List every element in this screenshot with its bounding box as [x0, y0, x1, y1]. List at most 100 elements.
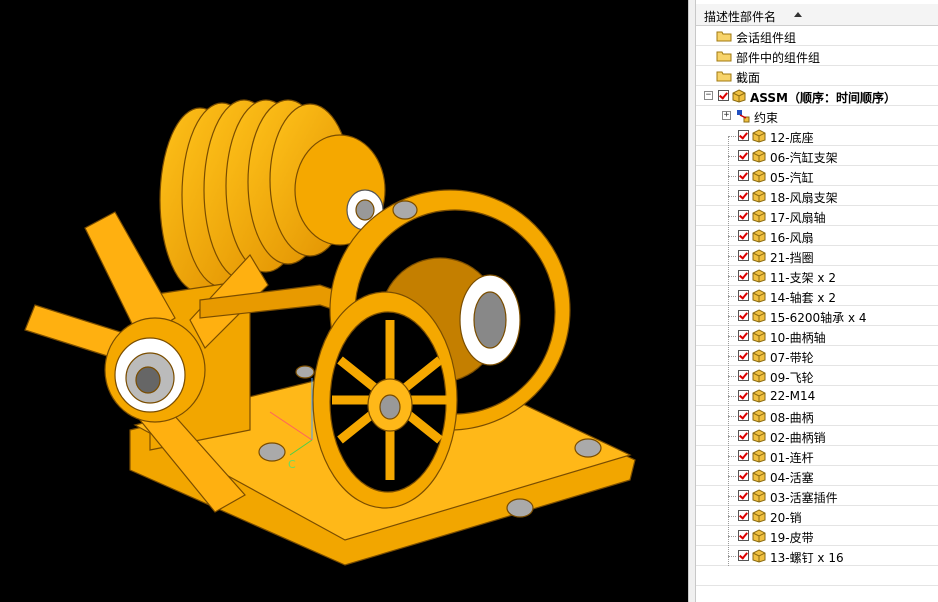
- tree-component-row[interactable]: 07-带轮: [696, 346, 938, 366]
- tree-component-label: 11-支架 x 2: [770, 271, 836, 285]
- visibility-checkbox[interactable]: [738, 310, 749, 321]
- assembly-icon: [732, 89, 746, 103]
- tree-connector: [728, 396, 736, 397]
- tree-component-row[interactable]: 06-汽缸支架: [696, 146, 938, 166]
- tree-component-row[interactable]: 17-风扇轴: [696, 206, 938, 226]
- graphics-viewport[interactable]: C: [0, 0, 688, 602]
- visibility-checkbox[interactable]: [738, 450, 749, 461]
- tree-connector: [728, 156, 736, 157]
- tree-component-row[interactable]: 20-销: [696, 506, 938, 526]
- tree-component-row[interactable]: 22-M14: [696, 386, 938, 406]
- visibility-checkbox[interactable]: [738, 410, 749, 421]
- visibility-checkbox[interactable]: [738, 230, 749, 241]
- component-icon: [752, 149, 766, 163]
- tree-connector: [728, 496, 736, 497]
- tree-root-label: ASSM（顺序：时间顺序）: [750, 91, 896, 105]
- visibility-checkbox[interactable]: [738, 470, 749, 481]
- tree-component-label: 21-挡圈: [770, 251, 814, 265]
- tree-component-label: 08-曲柄: [770, 411, 814, 425]
- component-icon: [752, 249, 766, 263]
- tree-component-label: 22-M14: [770, 389, 816, 403]
- tree-root-row[interactable]: − ASSM（顺序：时间顺序）: [696, 86, 938, 106]
- visibility-checkbox[interactable]: [738, 510, 749, 521]
- visibility-checkbox[interactable]: [718, 90, 729, 101]
- tree-component-row[interactable]: 04-活塞: [696, 466, 938, 486]
- column-header-label: 描述性部件名: [704, 10, 777, 24]
- visibility-checkbox[interactable]: [738, 550, 749, 561]
- part-navigator: 描述性部件名 会话组件组 部件中的组件组截面 − ASSM（顺序：时间顺序） + 约束 12…: [696, 0, 938, 602]
- tree-connector: [728, 216, 736, 217]
- tree-component-row[interactable]: 03-活塞插件: [696, 486, 938, 506]
- component-icon: [752, 469, 766, 483]
- tree-connector: [728, 276, 736, 277]
- tree-folder-label: 截面: [736, 71, 761, 85]
- tree-component-label: 10-曲柄轴: [770, 331, 826, 345]
- visibility-checkbox[interactable]: [738, 330, 749, 341]
- collapse-toggle-icon[interactable]: −: [704, 91, 713, 100]
- component-icon: [752, 309, 766, 323]
- tree-component-row[interactable]: 11-支架 x 2: [696, 266, 938, 286]
- tree-folder-row[interactable]: 截面: [696, 66, 938, 86]
- visibility-checkbox[interactable]: [738, 130, 749, 141]
- tree-component-row[interactable]: 02-曲柄销: [696, 426, 938, 446]
- tree-connector: [728, 256, 736, 257]
- component-icon: [752, 189, 766, 203]
- tree-component-label: 04-活塞: [770, 471, 814, 485]
- tree-component-row[interactable]: 18-风扇支架: [696, 186, 938, 206]
- tree-component-label: 12-底座: [770, 131, 814, 145]
- tree-connector: [728, 536, 736, 537]
- tree-connector: [728, 176, 736, 177]
- visibility-checkbox[interactable]: [738, 370, 749, 381]
- tree-component-row[interactable]: 12-底座: [696, 126, 938, 146]
- panel-splitter[interactable]: [688, 0, 696, 602]
- visibility-checkbox[interactable]: [738, 190, 749, 201]
- folder-icon: [716, 51, 732, 62]
- visibility-checkbox[interactable]: [738, 270, 749, 281]
- tree-component-row[interactable]: 21-挡圈: [696, 246, 938, 266]
- sort-ascending-icon[interactable]: [794, 12, 802, 17]
- column-header[interactable]: 描述性部件名: [696, 4, 938, 26]
- visibility-checkbox[interactable]: [738, 490, 749, 501]
- tree-folder-row[interactable]: 会话组件组: [696, 26, 938, 46]
- tree-component-row[interactable]: 19-皮带: [696, 526, 938, 546]
- tree-component-row[interactable]: 05-汽缸: [696, 166, 938, 186]
- visibility-checkbox[interactable]: [738, 250, 749, 261]
- tree-component-row[interactable]: 08-曲柄: [696, 406, 938, 426]
- component-icon: [752, 509, 766, 523]
- tree-constraints-row[interactable]: + 约束: [696, 106, 938, 126]
- tree-component-label: 16-风扇: [770, 231, 814, 245]
- tree-component-row[interactable]: 01-连杆: [696, 446, 938, 466]
- visibility-checkbox[interactable]: [738, 210, 749, 221]
- visibility-checkbox[interactable]: [738, 390, 749, 401]
- folder-icon: [716, 71, 732, 82]
- tree-component-row[interactable]: 14-轴套 x 2: [696, 286, 938, 306]
- tree-component-row[interactable]: 09-飞轮: [696, 366, 938, 386]
- tree-component-label: 03-活塞插件: [770, 491, 838, 505]
- visibility-checkbox[interactable]: [738, 150, 749, 161]
- visibility-checkbox[interactable]: [738, 430, 749, 441]
- tree-guide-line: [728, 136, 729, 566]
- tree-connector: [728, 336, 736, 337]
- tree-connector: [728, 376, 736, 377]
- constraints-icon: [737, 110, 750, 123]
- expand-toggle-icon[interactable]: +: [722, 111, 731, 120]
- tree-folder-row[interactable]: 部件中的组件组: [696, 46, 938, 66]
- visibility-checkbox[interactable]: [738, 350, 749, 361]
- tree-connector: [728, 236, 736, 237]
- tree-component-row[interactable]: 13-螺钉 x 16: [696, 546, 938, 566]
- tree-component-row[interactable]: 10-曲柄轴: [696, 326, 938, 346]
- engine-model[interactable]: C: [0, 0, 688, 602]
- tree-component-row[interactable]: 16-风扇: [696, 226, 938, 246]
- tree-component-label: 07-带轮: [770, 351, 814, 365]
- tree-component-row[interactable]: 15-6200轴承 x 4: [696, 306, 938, 326]
- tree-connector: [728, 476, 736, 477]
- pulley: [312, 291, 458, 509]
- tree-component-label: 09-飞轮: [770, 371, 814, 385]
- tree-component-label: 01-连杆: [770, 451, 814, 465]
- tree-component-label: 18-风扇支架: [770, 191, 838, 205]
- visibility-checkbox[interactable]: [738, 530, 749, 541]
- visibility-checkbox[interactable]: [738, 290, 749, 301]
- visibility-checkbox[interactable]: [738, 170, 749, 181]
- component-icon: [752, 449, 766, 463]
- component-icon: [752, 409, 766, 423]
